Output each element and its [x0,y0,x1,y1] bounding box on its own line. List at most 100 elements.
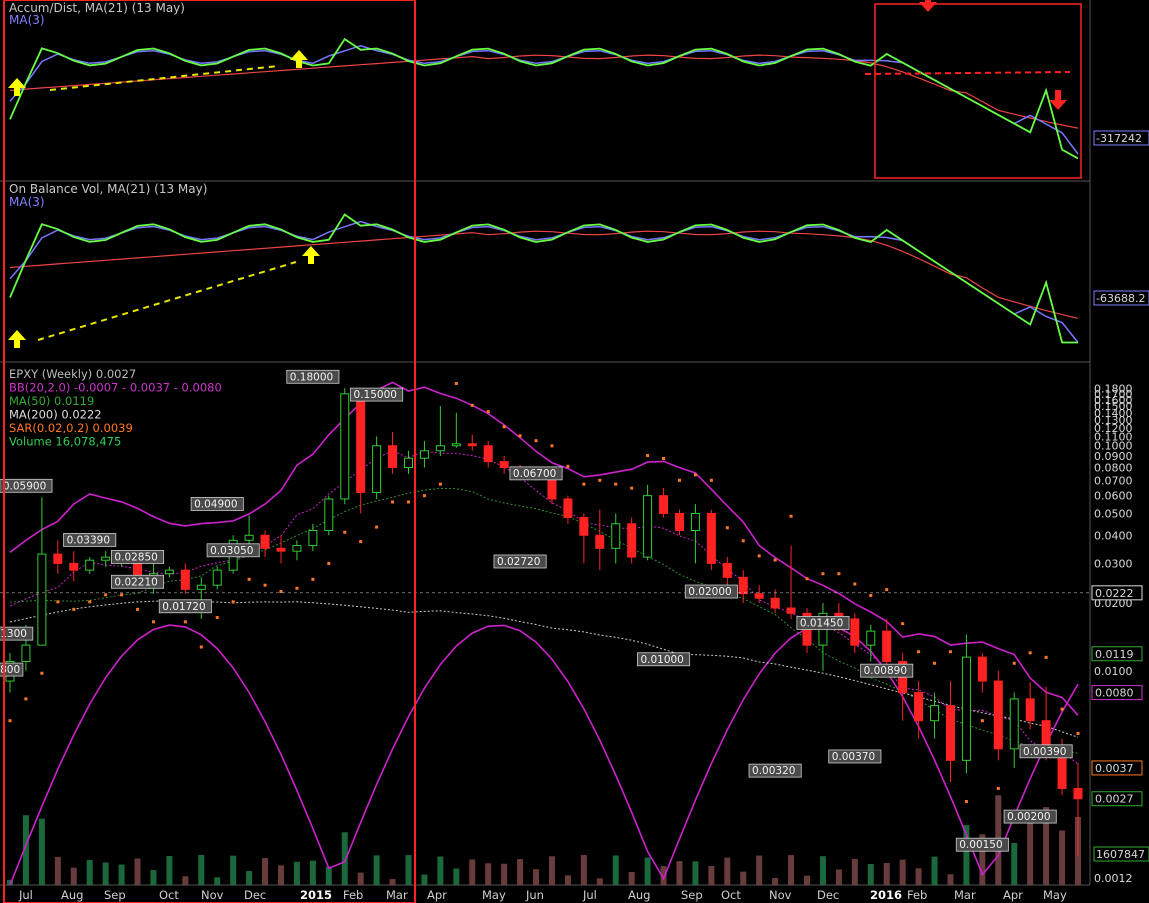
sar-dot [996,786,1000,790]
volume-last-value-tag: 1607847 [1093,846,1149,862]
sar-dot [263,583,267,587]
volume-bar [883,862,890,885]
price-annotation: 0.00890 [864,665,907,677]
candle-body [260,534,270,549]
candle-body [292,545,302,552]
candle-body [945,705,955,761]
price-tick-label: 0.0300 [1094,557,1133,570]
sar-dot [534,439,538,443]
volume-bar [596,878,603,885]
obv-panel-ma3-label: MA(3) [9,195,45,209]
candle-body [53,553,63,564]
x-axis-label: Nov [769,888,792,902]
price-tick-label: 0.0100 [1094,665,1133,678]
volume-bar [277,865,284,885]
candle-body [101,556,111,561]
obv-last-value: -63688.2 [1096,292,1145,305]
sar-dot [630,486,634,490]
price-annotation: 0.02210 [114,576,157,588]
sar-dot [120,593,124,597]
volume-bar [772,877,779,885]
volume-bar [644,857,651,885]
volume-bar [708,865,715,885]
candle-body [659,495,669,514]
volume-bar [692,861,699,885]
candle-body [738,576,748,595]
ad-last-value: -317242 [1096,132,1142,145]
candle-body [435,445,445,452]
candle-body [690,512,700,532]
volume-bar [262,858,269,885]
candle-body [212,569,222,586]
price-tick-label: 0.0500 [1094,507,1133,520]
candle-body [770,597,780,609]
candle-body [722,562,732,578]
volume-bar [389,878,396,885]
x-axis-label: 2015 [300,888,332,902]
legend-entry: SAR(0.02,0.2) 0.0039 [9,421,133,435]
sar-dot [72,607,76,611]
x-axis-label: Sep [104,888,126,902]
price-annotation: 0.06700 [513,468,556,480]
price-tick-label: 0.0700 [1094,475,1133,488]
volume-bar [405,855,412,885]
x-axis: Jul Aug Sep Oct Nov Dec 2015 Feb Mar Apr May Jun Jul… [18,888,1067,902]
volume-last-value: 1607847 [1096,848,1145,861]
candle-body [196,584,206,590]
candle-body [276,547,286,552]
volume-bar [182,876,189,885]
volume-bar [325,866,332,885]
price-annotation: 0.01720 [162,601,205,613]
price-tick-label: 0.0012 [1094,872,1133,885]
candle-body [930,705,940,722]
price-annotation: 0.15000 [354,389,397,401]
chart-window: 0.1800 0.1700 0.1600 0.1500 0.1400 0.1300 0.12… [0,0,1149,903]
price-annotation: 0.01000 [640,654,683,666]
x-axis-label: May [482,888,506,902]
candle-body [961,656,971,761]
volume-bar [469,859,476,885]
volume-bar [246,871,253,885]
sar-dot [343,530,347,534]
volume-bar [564,875,571,885]
candle-body [388,445,398,469]
legend-entry: MA(50) 0.0119 [9,394,94,408]
x-axis-label: Jul [18,888,33,902]
sar-dot [454,382,458,386]
candle-body [499,461,509,469]
sar-dot [199,645,203,649]
sar-dot [725,526,729,530]
legend-entry: Volume 16,078,475 [9,435,121,449]
sar-dot [375,525,379,529]
sar-dot [247,577,251,581]
obv-panel-title: On Balance Vol, MA(21) (13 May) [9,182,207,196]
x-axis-label: Aug [61,888,83,902]
volume-bar [166,855,173,885]
sar-dot [56,600,60,604]
candle-body [1025,698,1035,722]
price-annotation: 0.03050 [210,545,253,557]
candle-body [419,450,429,459]
legend-entry: EPXY (Weekly) 0.0027 [9,367,136,381]
sar-dot [8,719,12,723]
sar-dot [486,410,490,414]
volume-bar [804,875,811,885]
background [0,0,1149,903]
sar-dot [311,577,315,581]
volume-bar [851,858,858,885]
volume-bar [118,864,125,885]
sar-dot [646,454,650,458]
candle-body [356,393,366,493]
candle-body [977,656,987,682]
candle-body [37,553,47,646]
volume-bar [740,871,747,885]
sar-dot [821,572,825,576]
x-axis-label: Jun [525,888,544,902]
price-value-tag: 0.0037 [1095,762,1134,775]
sar-dot [359,540,363,544]
volume-bar [485,863,492,885]
volume-bar [788,855,795,885]
candle-body [866,630,876,646]
volume-bar [628,871,635,885]
sar-dot [1012,661,1016,665]
